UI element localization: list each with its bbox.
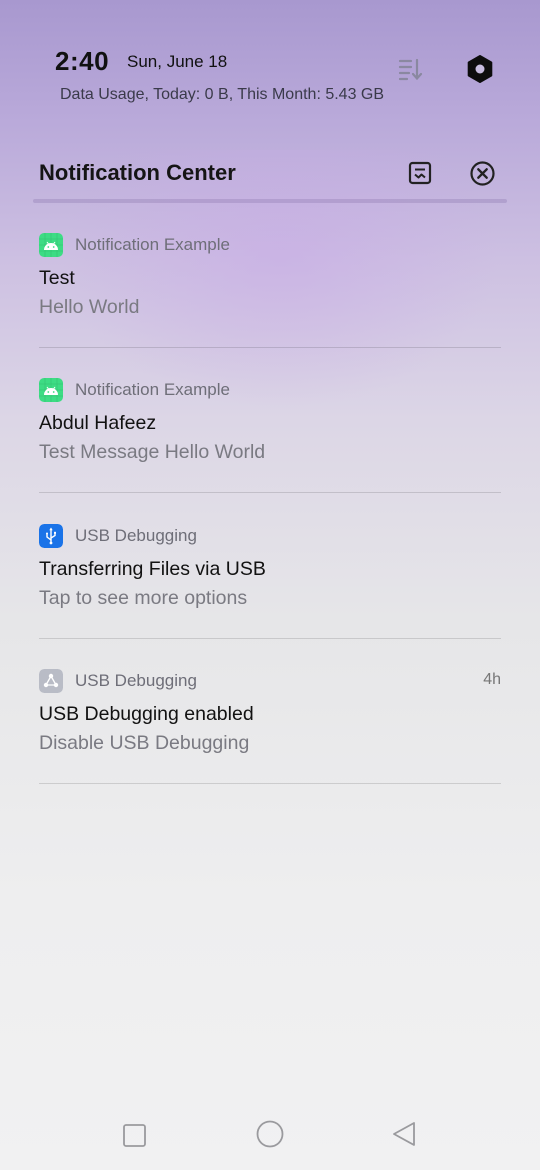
notification-app-name: Notification Example (75, 235, 230, 254)
notification-time: 4h (483, 671, 501, 688)
android-app-icon (39, 378, 63, 402)
notification-card[interactable]: Notification Example Abdul Hafeez Test M… (39, 378, 501, 524)
header-divider (33, 199, 507, 203)
notification-app-name: Notification Example (75, 380, 230, 399)
notification-card[interactable]: USB Debugging 4h USB Debugging enabled D… (39, 669, 501, 815)
notification-body: Hello World (39, 296, 140, 318)
notification-app-name: USB Debugging (75, 526, 197, 545)
notification-title: Abdul Hafeez (39, 412, 157, 434)
settings-hexagon-icon[interactable] (465, 54, 495, 84)
date[interactable]: Sun, June 18 (127, 52, 227, 72)
clock: 2:40 (55, 46, 110, 76)
notification-body: Disable USB Debugging (39, 732, 250, 754)
notification-body: Tap to see more options (39, 587, 248, 609)
navigation-bar (0, 1100, 540, 1170)
square-icon[interactable] (120, 1120, 150, 1150)
usb-icon (39, 524, 63, 548)
notification-divider (39, 347, 501, 348)
notification-title: USB Debugging enabled (39, 703, 254, 725)
circle-icon[interactable] (255, 1120, 285, 1150)
notification-title: Transferring Files via USB (39, 558, 266, 580)
data-usage-text[interactable]: Data Usage, Today: 0 B, This Month: 5.43… (60, 86, 384, 104)
notification-divider (39, 638, 501, 639)
notification-divider (39, 492, 501, 493)
sort-icon[interactable] (397, 56, 423, 82)
notification-title: Test (39, 267, 75, 289)
triangle-back-icon[interactable] (390, 1120, 420, 1150)
notification-divider (39, 783, 501, 784)
share-nodes-icon (39, 669, 63, 693)
notification-app-name: USB Debugging (75, 671, 197, 690)
notification-card[interactable]: USB Debugging Transferring Files via USB… (39, 524, 501, 670)
notification-center-title: Notification Center (39, 160, 236, 185)
quick-header: 2:40 Sun, June 18 Data Usage, Today: 0 B… (0, 0, 540, 130)
notification-card[interactable]: Notification Example Test Hello World (39, 233, 501, 379)
notification-body: Test Message Hello World (39, 441, 266, 463)
clear-all-icon[interactable] (469, 160, 496, 187)
manage-notifications-icon[interactable] (407, 160, 433, 186)
android-app-icon (39, 233, 63, 257)
